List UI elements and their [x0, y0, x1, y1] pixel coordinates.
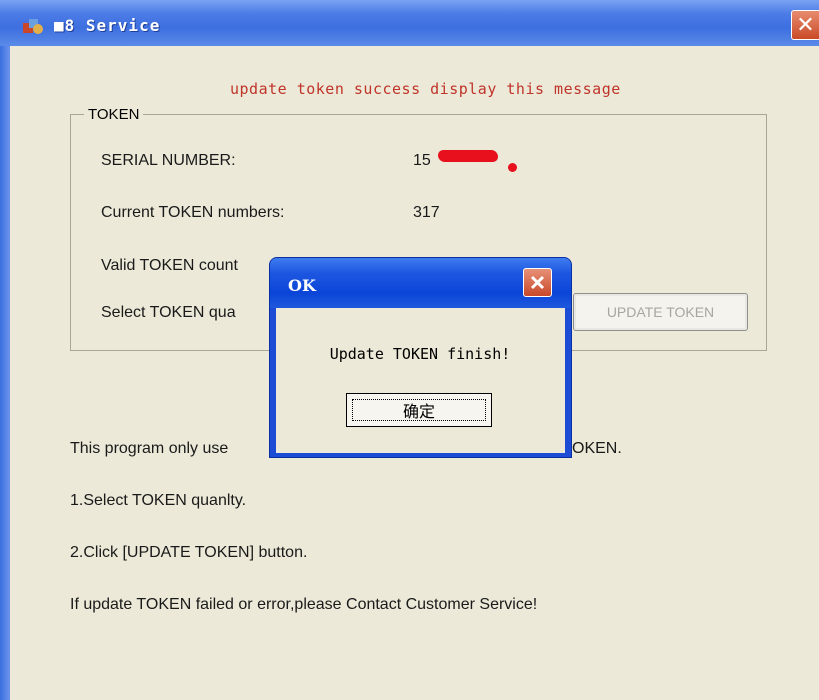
ok-dialog: OK Update TOKEN finish! 确定 — [269, 257, 572, 458]
dialog-titlebar[interactable]: OK — [270, 258, 571, 308]
token-group-label: TOKEN — [84, 106, 144, 123]
serial-number-label: SERIAL NUMBER: — [101, 152, 236, 169]
instruction-line-3: 2.Click [UPDATE TOKEN] button. — [70, 544, 308, 561]
main-titlebar[interactable]: ■8 Service ✕ — [0, 0, 819, 46]
select-token-label: Select TOKEN qua — [101, 304, 236, 321]
update-token-button[interactable]: UPDATE TOKEN — [573, 293, 748, 331]
serial-number-value: 15 — [413, 152, 431, 169]
dialog-ok-button[interactable]: 确定 — [346, 393, 492, 427]
current-token-label: Current TOKEN numbers: — [101, 204, 285, 221]
window-title: ■8 Service — [54, 16, 161, 35]
instruction-line-1-left: This program only use — [70, 440, 229, 457]
update-token-button-label: UPDATE TOKEN — [606, 304, 715, 320]
success-annotation: update token success display this messag… — [230, 80, 621, 98]
redaction-dot — [508, 163, 517, 172]
close-icon: ✕ — [796, 12, 815, 37]
instruction-line-1-right: OKEN. — [572, 440, 622, 457]
dialog-close-button[interactable] — [523, 268, 552, 297]
dialog-ok-label: 确定 — [352, 399, 486, 421]
dialog-title: OK — [288, 276, 316, 295]
window-close-button[interactable]: ✕ — [791, 10, 819, 40]
close-icon — [530, 275, 545, 290]
instruction-line-4: If update TOKEN failed or error,please C… — [70, 596, 538, 613]
dialog-body: Update TOKEN finish! 确定 — [276, 308, 565, 453]
valid-token-label: Valid TOKEN count — [101, 257, 238, 274]
current-token-value: 317 — [413, 204, 440, 221]
app-icon — [23, 19, 43, 34]
dialog-message: Update TOKEN finish! — [329, 345, 511, 363]
instruction-line-2: 1.Select TOKEN quanlty. — [70, 492, 247, 509]
redaction-mark — [438, 150, 498, 162]
window-left-frame — [0, 46, 10, 700]
